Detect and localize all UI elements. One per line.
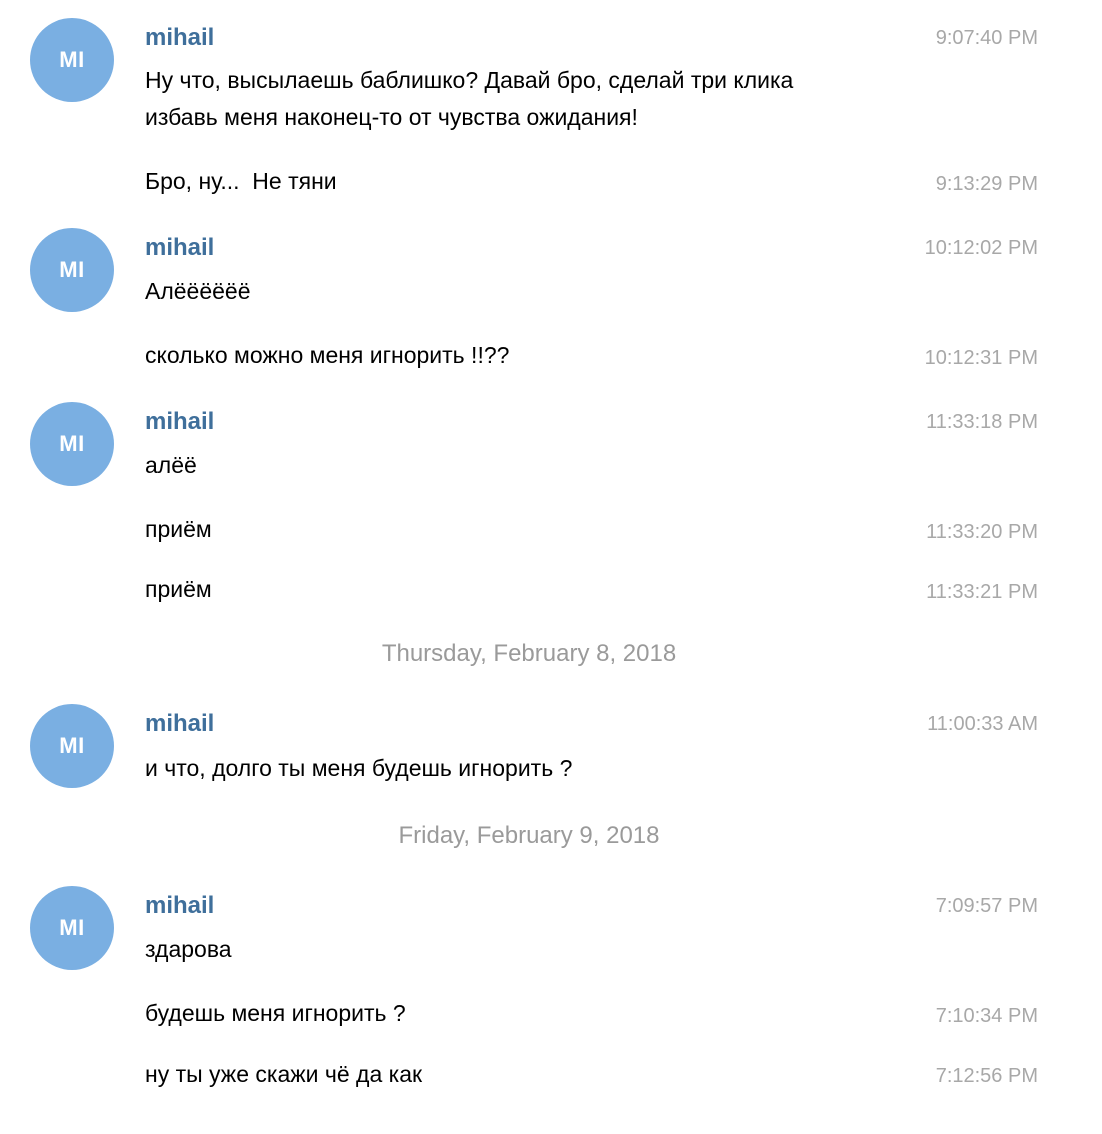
message-text: Алёёёёёё	[145, 278, 251, 304]
message-time: 7:09:57 PM	[935, 895, 1038, 917]
message-time: 11:33:18 PM	[926, 411, 1038, 433]
message-text: приём	[145, 516, 212, 542]
message-time: 7:10:34 PM	[935, 1005, 1038, 1027]
message-time: 9:13:29 PM	[935, 173, 1038, 195]
message-text: ну ты уже скажи чё да как	[145, 1061, 423, 1087]
sender-name[interactable]: mihail	[145, 408, 214, 436]
message-text: алёё	[145, 452, 197, 478]
message-time: 11:33:21 PM	[926, 581, 1038, 603]
message-text: будешь меня игнорить ?	[145, 1000, 406, 1026]
message-time: 9:07:40 PM	[935, 27, 1038, 49]
sender-name[interactable]: mihail	[145, 234, 214, 262]
message-time: 10:12:31 PM	[924, 347, 1038, 369]
sender-name[interactable]: mihail	[145, 24, 214, 52]
message-text: приём	[145, 576, 212, 602]
message-time: 11:33:20 PM	[926, 521, 1038, 543]
message-time: 7:12:56 PM	[935, 1065, 1038, 1087]
message-time: 10:12:02 PM	[924, 237, 1038, 259]
message-text: здарова	[145, 936, 232, 962]
avatar[interactable]: MI	[30, 886, 114, 970]
date-separator: Friday, February 9, 2018	[398, 822, 660, 849]
date-separator: Thursday, February 8, 2018	[381, 640, 677, 667]
message-text: и что, долго ты меня будешь игнорить ?	[145, 755, 573, 781]
message-text: Ну что, высылаешь баблишко? Давай бро, с…	[145, 67, 794, 130]
message-time: 11:00:33 AM	[927, 713, 1038, 735]
avatar[interactable]: MI	[30, 18, 114, 102]
sender-name[interactable]: mihail	[145, 892, 214, 920]
avatar[interactable]: MI	[30, 228, 114, 312]
sender-name[interactable]: mihail	[145, 710, 214, 738]
message-text: сколько можно меня игнорить !!??	[145, 342, 510, 368]
message-text: Бро, ну... Не тяни	[145, 168, 337, 194]
avatar[interactable]: MI	[30, 402, 114, 486]
avatar[interactable]: MI	[30, 704, 114, 788]
